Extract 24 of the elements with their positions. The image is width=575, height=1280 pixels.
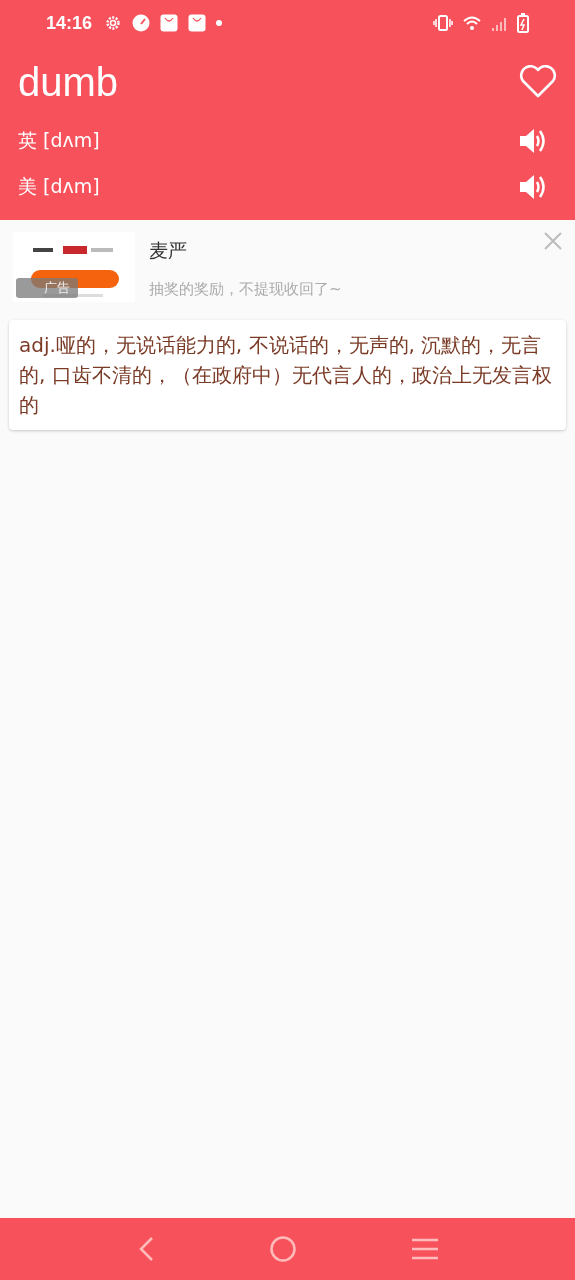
home-icon[interactable] bbox=[268, 1235, 297, 1263]
speaker-icon[interactable] bbox=[519, 128, 547, 154]
word-title: dumb bbox=[18, 59, 119, 105]
ad-description: 抽奖的奖励，不提现收回了~ bbox=[149, 280, 342, 299]
heart-icon[interactable] bbox=[519, 65, 557, 99]
vibrate-icon bbox=[433, 15, 453, 31]
gauge-icon bbox=[132, 14, 151, 32]
close-icon[interactable] bbox=[544, 232, 562, 250]
bag-icon bbox=[160, 14, 179, 32]
pronunciation-label: 英 [dʌm] bbox=[18, 128, 100, 153]
signal-icon bbox=[491, 15, 507, 31]
battery-icon bbox=[517, 13, 529, 33]
ad-title: 麦严 bbox=[149, 238, 188, 263]
definition-text: adj.哑的，无说话能力的, 不说话的，无声的, 沉默的，无言的, 口齿不清的，（在政府中）无代言人的，政治上无发言权的 bbox=[19, 333, 552, 417]
ad-badge: 广告 bbox=[16, 278, 78, 298]
pronunciation-label: 美 [dʌm] bbox=[18, 174, 100, 199]
bag-icon bbox=[188, 14, 207, 32]
gear-icon bbox=[104, 14, 123, 32]
menu-icon[interactable] bbox=[411, 1238, 438, 1260]
back-icon[interactable] bbox=[137, 1236, 154, 1262]
dot-icon bbox=[216, 20, 223, 26]
status-time: 14:16 bbox=[46, 12, 93, 34]
wifi-icon bbox=[463, 16, 481, 30]
speaker-icon[interactable] bbox=[519, 174, 547, 200]
